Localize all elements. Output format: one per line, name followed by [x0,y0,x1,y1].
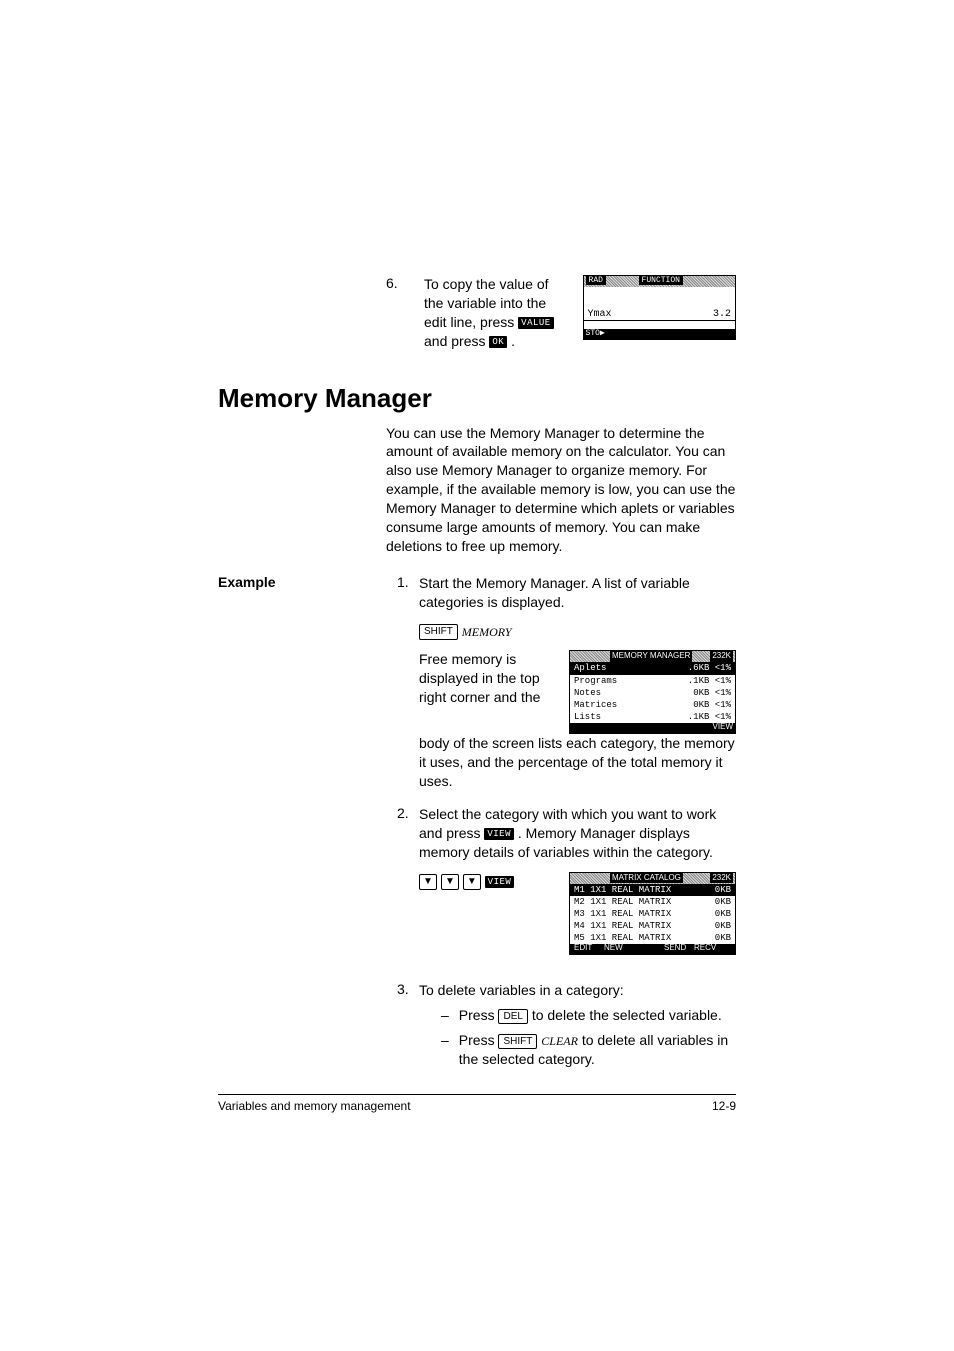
step-3-text: To delete variables in a category: [419,981,736,1000]
shift-key: SHIFT [498,1034,537,1050]
memory-key-label: MEMORY [462,625,512,639]
mc-freemem: 232K [710,873,733,884]
ok-key-icon: OK [489,336,507,348]
page-footer: Variables and memory management 12-9 [218,1094,736,1113]
rad-badge: RAD [586,276,606,285]
step-number: 2. [397,805,419,821]
memory-manager-screenshot: MEMORY MANAGER 232K Aplets.6KB <1%Progra… [569,650,736,734]
text-fragment: and press [424,333,489,349]
send-softkey: SEND [664,943,686,954]
step-3-sub2: – Press SHIFT CLEAR to delete all variab… [441,1031,736,1069]
step-6: 6. To copy the value of the variable int… [386,275,736,351]
del-key: DEL [498,1009,527,1025]
footer-page-number: 12-9 [712,1099,736,1113]
sto-softkey: STO▶ [586,328,605,338]
calculator-screenshot-function: RAD FUNCTION Ymax 3.2 STO▶ [583,275,736,340]
mc-title: MATRIX CATALOG [610,873,683,884]
section-title: Memory Manager [218,383,736,414]
text-fragment: Press [459,1007,499,1023]
recv-softkey: RECV [694,943,716,954]
step-1-text: Start the Memory Manager. A list of vari… [419,574,736,612]
mm-category-row: Programs.1KB <1% [570,675,735,687]
matrix-row: M3 1X1 REAL MATRIX0KB [570,908,735,920]
footer-title: Variables and memory management [218,1099,411,1113]
matrix-row: M2 1X1 REAL MATRIX0KB [570,896,735,908]
step-2: 2. Select the category with which you wa… [397,805,736,955]
shift-key: SHIFT [419,624,458,640]
mm-category-row: Aplets.6KB <1% [570,662,735,674]
text-fragment: Press [459,1032,499,1048]
step-6-text: To copy the value of the variable into t… [424,275,567,351]
matrix-row: M1 1X1 REAL MATRIX0KB [570,884,735,896]
dash-icon: – [441,1006,449,1025]
mm-title: MEMORY MANAGER [610,651,692,662]
example-label: Example [218,574,317,1083]
ymax-value: 3.2 [713,309,731,320]
text-fragment: to delete the selected variable. [532,1007,722,1023]
intro-paragraph: You can use the Memory Manager to determ… [386,424,736,556]
edit-softkey: EDIT [574,943,592,954]
function-badge: FUNCTION [639,276,683,285]
mm-category-row: Notes0KB <1% [570,687,735,699]
matrix-row: M4 1X1 REAL MATRIX0KB [570,920,735,932]
step-3-sub1: – Press DEL to delete the selected varia… [441,1006,736,1025]
step-number: 1. [397,574,419,590]
step-3: 3. To delete variables in a category: – … [397,981,736,1075]
clear-key-label: CLEAR [541,1034,578,1048]
ymax-label: Ymax [588,309,612,320]
step-number: 6. [386,275,408,291]
view-softkey: VIEW [713,722,733,733]
view-key-icon: VIEW [484,828,514,840]
step-1-desc-rest: body of the screen lists each category, … [419,734,736,791]
down-arrow-key: ▼ [441,874,459,890]
view-key-icon: VIEW [485,876,515,888]
step-1-desc-left: Free memory is displayed in the top righ… [419,650,559,707]
down-arrow-key: ▼ [419,874,437,890]
step-1: 1. Start the Memory Manager. A list of v… [397,574,736,791]
new-softkey: NEW [604,943,623,954]
dash-icon: – [441,1031,449,1069]
matrix-catalog-screenshot: MATRIX CATALOG 232K M1 1X1 REAL MATRIX0K… [569,872,736,956]
mm-freemem: 232K [710,651,733,662]
value-key-icon: VALUE [518,317,554,329]
step-number: 3. [397,981,419,997]
mm-category-row: Lists.1KB <1% [570,711,735,723]
mm-category-row: Matrices0KB <1% [570,699,735,711]
text-fragment: . [511,333,515,349]
down-arrow-key: ▼ [463,874,481,890]
